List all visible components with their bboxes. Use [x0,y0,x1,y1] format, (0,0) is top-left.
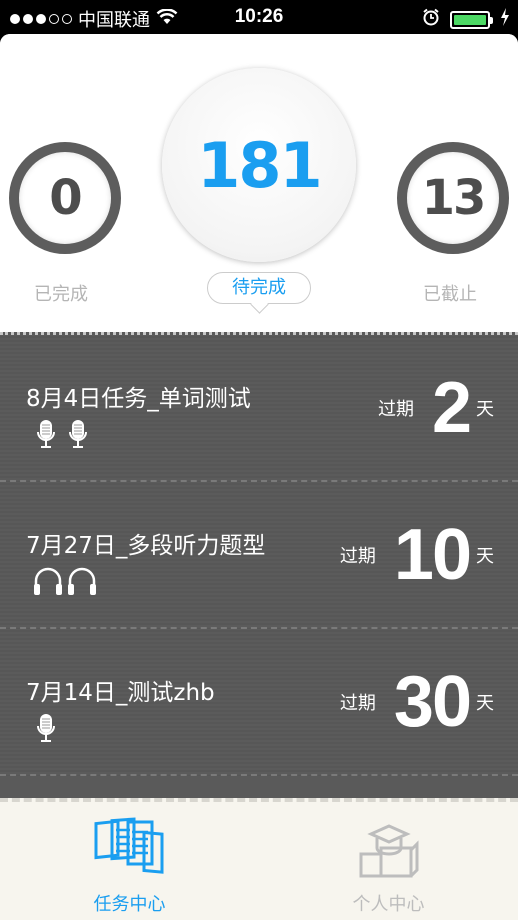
overdue-label: 过期 [377,399,414,420]
task-type-icons [32,566,98,600]
task-type-icons [36,713,56,747]
headphones-icon [32,566,64,600]
microphone-icon [68,419,88,453]
task-title: 7月27日_多段听力题型 [26,533,266,559]
alarm-icon [422,8,440,31]
task-list: 8月4日任务_单词测试 过期 2 天 7月27日_多段听力题型 过期 10 天 … [0,332,518,798]
expired-count: 13 [421,170,487,226]
done-label[interactable]: 已完成 [34,280,88,306]
overdue-unit: 天 [476,693,494,714]
task-overdue: 过期 10 天 [340,514,494,596]
overdue-days: 10 [393,515,472,595]
overdue-label: 过期 [339,546,376,567]
done-count: 0 [49,170,82,226]
task-type-icons [36,419,88,453]
personal-center-icon [357,814,421,884]
task-title: 8月4日任务_单词测试 [26,386,251,412]
pending-count-circle[interactable]: 181 [162,68,356,262]
headphones-icon [66,566,98,600]
overdue-days: 2 [431,368,472,448]
overdue-label: 过期 [339,693,376,714]
task-item[interactable]: 8月4日任务_单词测试 过期 2 天 [0,335,518,482]
task-item[interactable]: 7月14日_测试zhb 过期 30 天 [0,629,518,776]
done-count-ring[interactable]: 0 [9,142,121,254]
microphone-icon [36,419,56,453]
task-overdue: 过期 2 天 [378,367,494,449]
pending-tab-selected[interactable]: 待完成 [207,272,311,304]
overdue-unit: 天 [476,399,494,420]
task-summary: 0 181 13 已完成 待完成 已截止 [0,34,518,332]
pending-count: 181 [197,128,322,202]
tab-task-center[interactable]: 任务中心 [0,802,259,920]
overdue-days: 30 [393,662,472,742]
expired-count-ring[interactable]: 13 [397,142,509,254]
task-overdue: 过期 30 天 [340,661,494,743]
charging-icon [500,8,510,31]
status-bar: 中国联通 10:26 [0,0,518,34]
overdue-unit: 天 [476,546,494,567]
microphone-icon [36,713,56,747]
battery-level [454,14,486,25]
tab-bar: 任务中心 个人中心 [0,798,518,920]
status-right [422,8,510,31]
task-title: 7月14日_测试zhb [26,680,215,706]
tab-task-center-label: 任务中心 [93,894,166,915]
expired-label[interactable]: 已截止 [423,280,477,306]
tab-personal-center[interactable]: 个人中心 [259,802,518,920]
battery-icon [450,10,493,29]
tab-personal-center-label: 个人中心 [352,894,425,915]
task-item[interactable]: 7月27日_多段听力题型 过期 10 天 [0,482,518,629]
task-center-icon [92,814,168,882]
app-screen: 0 181 13 已完成 待完成 已截止 8月4日任务_单词测试 过期 2 天 … [0,34,518,920]
